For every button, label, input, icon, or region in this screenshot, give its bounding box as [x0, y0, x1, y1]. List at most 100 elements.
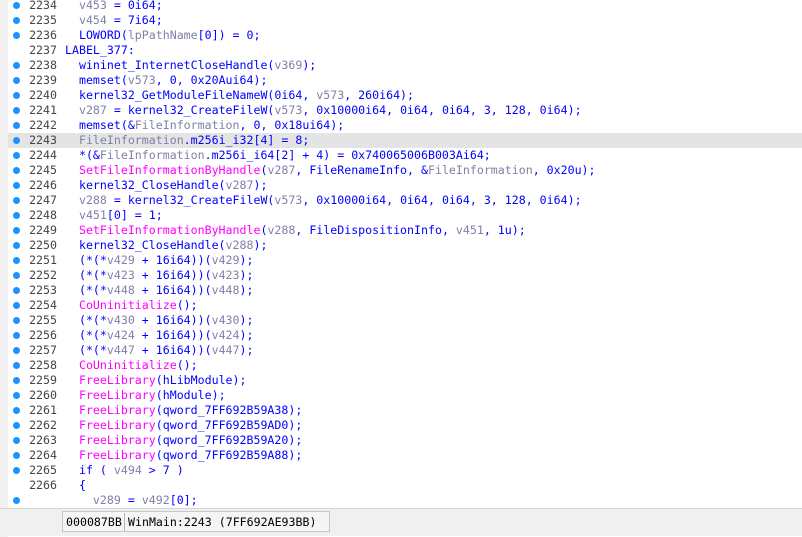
code-text[interactable]: CoUninitialize();	[65, 298, 198, 313]
code-text[interactable]: v451[0] = 1;	[65, 208, 163, 223]
code-text[interactable]: CoUninitialize();	[65, 358, 198, 373]
code-text[interactable]: FreeLibrary(qword_7FF692B59A20);	[65, 433, 302, 448]
breakpoint-dot-icon[interactable]	[13, 347, 20, 354]
code-text[interactable]: FreeLibrary(hLibModule);	[65, 373, 247, 388]
code-text[interactable]: FreeLibrary(qword_7FF692B59A38);	[65, 403, 302, 418]
variable-token[interactable]: v451	[456, 223, 484, 237]
code-line[interactable]: 2252 (*(*v423 + 16i64))(v423);	[0, 268, 802, 283]
code-text[interactable]: v289 = v492[0];	[65, 493, 198, 508]
api-call-token[interactable]: SetFileInformationByHandle	[65, 223, 261, 237]
code-text[interactable]: kernel32_CloseHandle(v288);	[65, 238, 267, 253]
variable-token[interactable]: FileInformation	[428, 163, 533, 177]
code-text[interactable]: (*(*v424 + 16i64))(v424);	[65, 328, 254, 343]
code-line[interactable]: 2237 LABEL_377:	[0, 43, 802, 58]
variable-token[interactable]: v287	[226, 178, 254, 192]
variable-token[interactable]: v454	[79, 13, 107, 27]
breakpoint-dot-icon[interactable]	[13, 437, 20, 444]
code-line[interactable]: 2265 if ( v494 > 7 )	[0, 463, 802, 478]
api-call-token[interactable]: CoUninitialize	[65, 298, 177, 312]
variable-token[interactable]: v423	[212, 268, 240, 282]
code-text[interactable]: SetFileInformationByHandle(v287, FileRen…	[65, 163, 596, 178]
breakpoint-dot-icon[interactable]	[13, 422, 20, 429]
code-text[interactable]: (*(*v447 + 16i64))(v447);	[65, 343, 254, 358]
breakpoint-dot-icon[interactable]	[13, 287, 20, 294]
code-line[interactable]: v289 = v492[0];	[0, 493, 802, 508]
code-line[interactable]: 2260 FreeLibrary(hModule);	[0, 388, 802, 403]
variable-token[interactable]: FileInformation	[100, 148, 205, 162]
breakpoint-dot-icon[interactable]	[13, 32, 20, 39]
code-text[interactable]: FreeLibrary(qword_7FF692B59AD0);	[65, 418, 302, 433]
variable-token[interactable]: v494	[114, 463, 142, 477]
code-text[interactable]: (*(*v430 + 16i64))(v430);	[65, 313, 254, 328]
breakpoint-dot-icon[interactable]	[13, 212, 20, 219]
api-call-token[interactable]: CoUninitialize	[65, 358, 177, 372]
breakpoint-dot-icon[interactable]	[13, 137, 20, 144]
breakpoint-dot-icon[interactable]	[13, 332, 20, 339]
variable-token[interactable]: v287	[79, 103, 107, 117]
code-line[interactable]: 2256 (*(*v424 + 16i64))(v424);	[0, 328, 802, 343]
code-text[interactable]: (*(*v423 + 16i64))(v423);	[65, 268, 254, 283]
variable-token[interactable]: v573	[274, 193, 302, 207]
code-line[interactable]: 2253 (*(*v448 + 16i64))(v448);	[0, 283, 802, 298]
variable-token[interactable]: v369	[274, 58, 302, 72]
breakpoint-dot-icon[interactable]	[13, 257, 20, 264]
code-line[interactable]: 2266 {	[0, 478, 802, 493]
variable-token[interactable]: v573	[274, 103, 302, 117]
code-line[interactable]: 2239 memset(v573, 0, 0x20Aui64);	[0, 73, 802, 88]
breakpoint-dot-icon[interactable]	[13, 152, 20, 159]
api-call-token[interactable]: FreeLibrary	[65, 373, 156, 387]
code-line[interactable]: 2255 (*(*v430 + 16i64))(v430);	[0, 313, 802, 328]
breakpoint-dot-icon[interactable]	[13, 17, 20, 24]
variable-token[interactable]: v287	[267, 163, 295, 177]
api-call-token[interactable]: FreeLibrary	[65, 388, 156, 402]
code-text[interactable]: FreeLibrary(qword_7FF692B59A88);	[65, 448, 302, 463]
variable-token[interactable]: v288	[267, 223, 295, 237]
code-line[interactable]: 2263 FreeLibrary(qword_7FF692B59A20);	[0, 433, 802, 448]
code-text[interactable]: v287 = kernel32_CreateFileW(v573, 0x1000…	[65, 103, 582, 118]
breakpoint-dot-icon[interactable]	[13, 122, 20, 129]
code-line[interactable]: 2236 LOWORD(lpPathName[0]) = 0;	[0, 28, 802, 43]
variable-token[interactable]: FileInformation	[135, 118, 240, 132]
code-text[interactable]: kernel32_GetModuleFileNameW(0i64, v573, …	[65, 88, 414, 103]
code-text[interactable]: *(&FileInformation.m256i_i64[2] + 4) = 0…	[65, 148, 491, 163]
breakpoint-dot-icon[interactable]	[13, 377, 20, 384]
code-line[interactable]: 2258 CoUninitialize();	[0, 358, 802, 373]
breakpoint-dot-icon[interactable]	[13, 77, 20, 84]
variable-token[interactable]: v492	[142, 493, 170, 507]
code-text[interactable]: wininet_InternetCloseHandle(v369);	[65, 58, 316, 73]
code-text[interactable]: memset(v573, 0, 0x20Aui64);	[65, 73, 267, 88]
code-text[interactable]: LOWORD(lpPathName[0]) = 0;	[65, 28, 261, 43]
variable-token[interactable]: v448	[212, 283, 240, 297]
code-text[interactable]: FreeLibrary(hModule);	[65, 388, 226, 403]
code-text[interactable]: FileInformation.m256i_i32[4] = 8;	[65, 133, 309, 148]
code-line[interactable]: 2254 CoUninitialize();	[0, 298, 802, 313]
breakpoint-dot-icon[interactable]	[13, 362, 20, 369]
code-text[interactable]: (*(*v429 + 16i64))(v429);	[65, 253, 254, 268]
variable-token[interactable]: v451	[79, 208, 107, 222]
pseudocode-view[interactable]: 2234 v453 = 0i64; 2235 v454 = 7i64; 2236 L…	[0, 0, 802, 508]
breakpoint-dot-icon[interactable]	[13, 92, 20, 99]
breakpoint-dot-icon[interactable]	[13, 227, 20, 234]
variable-token[interactable]: v424	[212, 328, 240, 342]
breakpoint-dot-icon[interactable]	[13, 182, 20, 189]
code-line[interactable]: 2246 kernel32_CloseHandle(v287);	[0, 178, 802, 193]
code-line[interactable]: 2240 kernel32_GetModuleFileNameW(0i64, v…	[0, 88, 802, 103]
breakpoint-dot-icon[interactable]	[13, 317, 20, 324]
code-line[interactable]: 2250 kernel32_CloseHandle(v288);	[0, 238, 802, 253]
variable-token[interactable]: v288	[79, 193, 107, 207]
code-line[interactable]: 2262 FreeLibrary(qword_7FF692B59AD0);	[0, 418, 802, 433]
variable-token[interactable]: v430	[107, 313, 135, 327]
variable-token[interactable]: v453	[79, 0, 107, 12]
variable-token[interactable]: v429	[212, 253, 240, 267]
code-text[interactable]: v454 = 7i64;	[65, 13, 163, 28]
variable-token[interactable]: v429	[107, 253, 135, 267]
variable-token[interactable]: v288	[226, 238, 254, 252]
variable-token[interactable]: v289	[93, 493, 121, 507]
variable-token[interactable]: v424	[107, 328, 135, 342]
api-call-token[interactable]: FreeLibrary	[65, 448, 156, 462]
code-text[interactable]: SetFileInformationByHandle(v288, FileDis…	[65, 223, 526, 238]
code-line[interactable]: 2241 v287 = kernel32_CreateFileW(v573, 0…	[0, 103, 802, 118]
variable-token[interactable]: v447	[212, 343, 240, 357]
breakpoint-dot-icon[interactable]	[13, 452, 20, 459]
variable-token[interactable]: v430	[212, 313, 240, 327]
